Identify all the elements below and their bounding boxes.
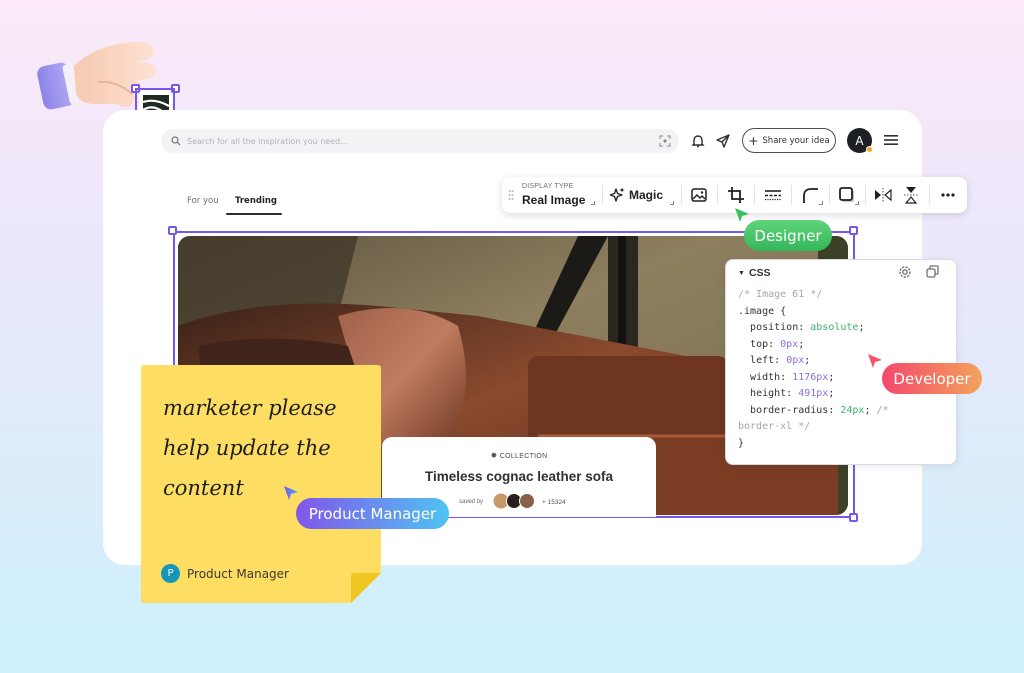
sticky-line: marketer please <box>163 396 337 420</box>
developer-tag: Developer <box>882 363 982 394</box>
prop-value: 24px <box>840 404 865 416</box>
magic-button[interactable]: Magic <box>610 187 663 202</box>
send-icon[interactable] <box>715 133 731 149</box>
image-resize-handle-tl[interactable] <box>168 226 177 235</box>
search-bar[interactable] <box>161 129 679 153</box>
divider <box>865 185 866 205</box>
image-icon[interactable] <box>690 186 708 204</box>
status-dot <box>866 146 873 153</box>
image-scan-icon[interactable] <box>659 135 671 147</box>
share-idea-label: Share your idea <box>762 135 830 146</box>
dropdown-corner-icon <box>855 201 859 205</box>
prop-name: left <box>750 355 775 366</box>
designer-cursor-icon <box>735 208 749 222</box>
avatar-initial: A <box>855 133 864 148</box>
code-comment: /* <box>876 404 889 416</box>
magic-label: Magic <box>629 187 664 202</box>
divider <box>681 185 682 205</box>
hamburger-menu-icon[interactable] <box>884 134 898 146</box>
search-input[interactable] <box>187 136 679 146</box>
saver-avatar-3 <box>519 493 535 509</box>
sticky-note-author: P Product Manager <box>161 564 289 583</box>
divider <box>829 185 830 205</box>
prop-name: border-radius <box>750 404 829 416</box>
flower-icon: ✸ <box>490 451 498 460</box>
dropdown-corner-icon <box>670 201 674 205</box>
prop-name: width <box>750 371 781 383</box>
designer-tag: Designer <box>744 220 832 251</box>
copy-icon[interactable] <box>926 265 939 278</box>
prop-value: 1176px <box>792 371 829 383</box>
divider <box>754 185 755 205</box>
gear-icon[interactable] <box>898 265 912 279</box>
search-icon <box>171 136 181 146</box>
css-panel-header[interactable]: ▼ CSS <box>738 267 771 279</box>
divider <box>602 185 603 205</box>
display-type-label: DISPLAY TYPE <box>522 183 574 190</box>
divider <box>791 185 792 205</box>
prop-value: 491px <box>798 388 829 399</box>
sticky-note-text: marketer please help update the content <box>163 388 373 508</box>
code-comment: /* Image 61 */ <box>738 289 823 300</box>
prop-name: height <box>750 388 787 399</box>
flip-horizontal-icon[interactable] <box>874 186 892 204</box>
author-avatar: P <box>161 564 180 583</box>
divider <box>717 185 718 205</box>
tab-for-you[interactable]: For you <box>187 196 219 206</box>
display-type-dropdown[interactable]: Real Image <box>522 193 585 207</box>
collection-title: Timeless cognac leather sofa <box>424 469 614 484</box>
user-avatar[interactable]: A <box>847 128 873 153</box>
code-comment: border-xl */ <box>738 421 811 432</box>
plus-icon: + <box>748 133 759 148</box>
bell-icon[interactable] <box>690 133 706 149</box>
image-resize-handle-br[interactable] <box>849 513 858 522</box>
dropdown-corner-icon <box>819 201 823 205</box>
developer-cursor-icon <box>868 354 882 368</box>
saved-by-label: saved by <box>459 499 484 505</box>
prop-value: 0px <box>786 355 805 366</box>
prop-name: top <box>750 338 769 350</box>
shadow-icon[interactable] <box>838 186 856 204</box>
sticky-note-fold-icon <box>351 573 381 603</box>
tab-trending[interactable]: Trending <box>235 196 277 206</box>
corner-radius-icon[interactable] <box>801 186 819 204</box>
css-panel-title: CSS <box>748 267 771 279</box>
saver-avatars <box>493 493 535 509</box>
product-manager-tag: Product Manager <box>296 498 449 529</box>
more-icon[interactable] <box>939 186 957 204</box>
collection-label: ✸ COLLECTION <box>490 451 548 460</box>
code-selector: .image { <box>738 305 787 317</box>
active-tab-indicator <box>226 213 282 215</box>
crop-icon[interactable] <box>727 186 745 204</box>
drag-grip-icon[interactable] <box>508 189 514 201</box>
border-style-icon[interactable] <box>764 186 782 204</box>
prop-value: 0px <box>780 338 799 350</box>
sticky-line: help update the <box>163 436 331 460</box>
saved-count: + 15324 <box>542 499 566 506</box>
image-resize-handle-tr[interactable] <box>849 226 858 235</box>
sparkle-icon <box>610 187 625 202</box>
author-name: Product Manager <box>187 566 289 581</box>
prop-value: absolute <box>810 322 859 333</box>
product-manager-cursor-icon <box>284 486 298 500</box>
caret-down-icon: ▼ <box>738 269 745 277</box>
share-idea-button[interactable]: + Share your idea <box>742 128 836 153</box>
flip-vertical-icon[interactable] <box>902 186 920 204</box>
prop-name: position <box>750 322 799 333</box>
css-inspector-panel: ▼ CSS /* Image 61 */ .image { position: … <box>725 259 957 465</box>
code-closing-brace: } <box>738 437 745 449</box>
divider <box>929 185 930 205</box>
dropdown-corner-icon <box>591 201 595 205</box>
